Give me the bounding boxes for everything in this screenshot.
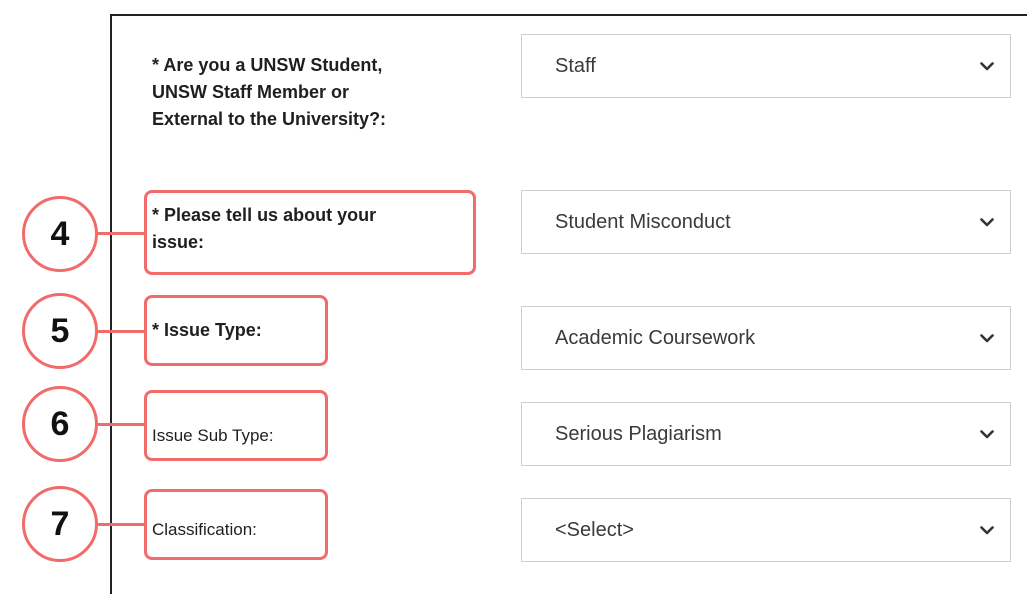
chevron-down-icon [980, 333, 994, 342]
callout-connector [98, 232, 144, 235]
user-type-select[interactable]: Staff [521, 34, 1011, 98]
chevron-down-icon [980, 429, 994, 438]
classification-select[interactable]: <Select> [521, 498, 1011, 562]
issue-sub-type-label: Issue Sub Type: [152, 426, 274, 445]
chevron-down-icon [980, 217, 994, 226]
callout-connector [98, 423, 144, 426]
issue-sub-type-select[interactable]: Serious Plagiarism [521, 402, 1011, 466]
issue-type-select[interactable]: Academic Coursework [521, 306, 1011, 370]
select-value: <Select> [555, 518, 634, 541]
step-6-marker: 6 [22, 386, 98, 462]
callout-connector [98, 330, 144, 333]
label-line: issue: [152, 232, 205, 252]
select-value: Academic Coursework [555, 326, 756, 349]
classification-label: Classification: [152, 520, 257, 539]
step-7-marker: 7 [22, 486, 98, 562]
step-4-marker: 4 [22, 196, 98, 272]
issue-about-label: * Please tell us about your issue: [152, 202, 376, 256]
callout-connector [98, 523, 144, 526]
issue-about-select[interactable]: Student Misconduct [521, 190, 1011, 254]
label-line: External to the University?: [152, 109, 387, 129]
label-line: UNSW Staff Member or [152, 82, 350, 102]
issue-type-label: * Issue Type: [152, 320, 262, 340]
label-line: * Are you a UNSW Student, [152, 55, 383, 75]
select-value: Staff [555, 54, 596, 77]
chevron-down-icon [980, 61, 994, 70]
chevron-down-icon [980, 525, 994, 534]
select-value: Student Misconduct [555, 210, 731, 233]
user-type-label: * Are you a UNSW Student, UNSW Staff Mem… [152, 52, 386, 133]
label-line: * Please tell us about your [152, 205, 377, 225]
select-value: Serious Plagiarism [555, 422, 722, 445]
step-5-marker: 5 [22, 293, 98, 369]
